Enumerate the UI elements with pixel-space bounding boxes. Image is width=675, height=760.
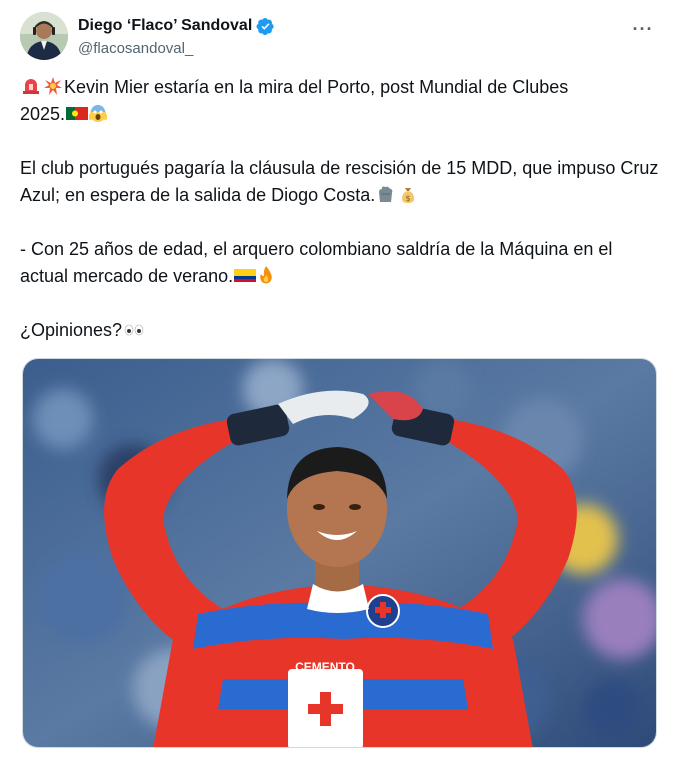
money-bag-emoji: $	[398, 184, 418, 204]
collision-emoji	[43, 76, 63, 96]
siren-emoji	[21, 76, 41, 96]
tweet-text: Kevin Mier estaría en la mira del Porto,…	[20, 74, 660, 344]
tweet-paragraph-2: El club portugués pagaría la cláusula de…	[20, 155, 660, 209]
svg-text:$: $	[406, 194, 411, 203]
fire-emoji	[256, 265, 276, 285]
tweet-paragraph-1: Kevin Mier estaría en la mira del Porto,…	[20, 74, 660, 128]
gloves-emoji	[376, 184, 396, 204]
tweet-para-2-text: El club portugués pagaría la cláusula de…	[20, 158, 659, 205]
verified-badge-icon	[256, 17, 275, 36]
avatar[interactable]	[20, 12, 68, 60]
tweet-para-3-text: - Con 25 años de edad, el arquero colomb…	[20, 239, 613, 286]
tweet-line-1: Kevin Mier estaría en la mira del Porto,…	[64, 77, 569, 97]
more-options-icon[interactable]: ···	[628, 14, 658, 44]
display-name[interactable]: Diego ‘Flaco’ Sandoval	[78, 17, 252, 35]
tweet-line-1b: 2025.	[20, 104, 66, 124]
tweet-paragraph-4: ¿Opiniones?	[20, 317, 660, 344]
tweet-para-4-text: ¿Opiniones?	[20, 320, 123, 340]
tweet-header: Diego ‘Flaco’ Sandoval @flacosandoval_ ·…	[20, 12, 660, 62]
colombia-flag-emoji	[234, 265, 257, 285]
user-handle[interactable]: @flacosandoval_	[78, 40, 275, 57]
eyes-emoji	[123, 319, 144, 339]
tweet-paragraph-3: - Con 25 años de edad, el arquero colomb…	[20, 236, 660, 290]
more-options-glyph: ···	[632, 19, 654, 39]
tweet-photo[interactable]: CEMENTO	[22, 358, 657, 748]
shirt-sponsor: CEMENTO	[295, 660, 355, 674]
screaming-face-emoji	[88, 103, 108, 123]
portugal-flag-emoji	[66, 103, 89, 123]
